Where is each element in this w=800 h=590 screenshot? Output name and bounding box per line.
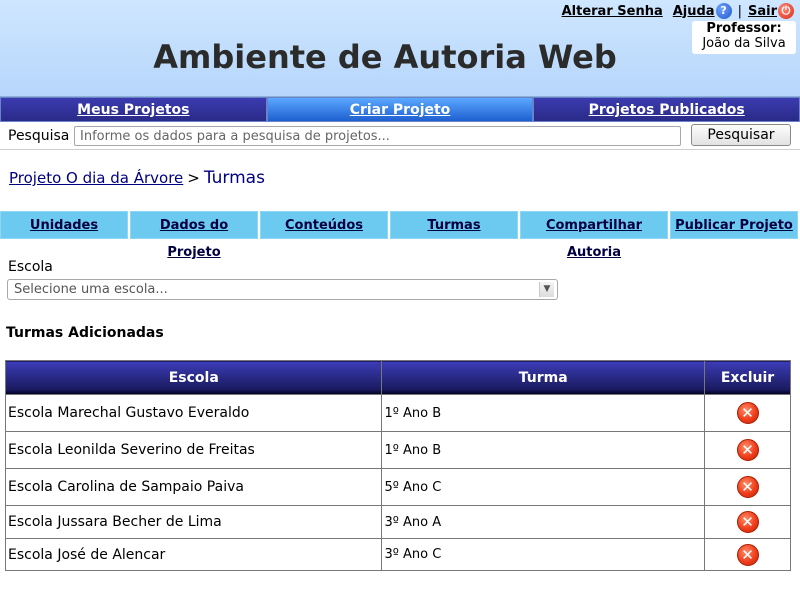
cell-escola: Escola Carolina de Sampaio Paiva [4,468,383,506]
escola-select[interactable]: Selecione uma escola... ▼ [7,279,558,300]
main-nav: Meus Projetos Criar Projeto Projetos Pub… [0,97,800,122]
nav-criar-projeto[interactable]: Criar Projeto [266,97,534,122]
delete-icon[interactable]: ✕ [736,476,759,498]
link-separator: | [737,3,742,19]
delete-icon[interactable]: ✕ [736,439,759,461]
delete-icon[interactable]: ✕ [736,402,759,424]
delete-icon[interactable]: ✕ [736,543,759,566]
breadcrumb-separator: > [187,169,200,187]
table-row: Escola Leonilda Severino de Freitas 1º A… [4,431,791,469]
column-header-escola: Escola [4,360,383,395]
search-button[interactable]: Pesquisar [691,124,791,146]
cell-excluir: ✕ [704,431,791,469]
table-row: Escola José de Alencar 3º Ano C ✕ [4,538,791,571]
column-header-turma: Turma [381,360,706,395]
tab-label[interactable]: Publicar Projeto [675,218,793,233]
search-input[interactable] [74,126,681,146]
tab-label[interactable]: Turmas [427,218,480,233]
cell-excluir: ✕ [704,394,791,432]
search-bar: Pesquisa Pesquisar [0,122,800,150]
ajuda-link[interactable]: Ajuda [673,4,715,19]
cell-excluir: ✕ [704,505,791,539]
table-row: Escola Marechal Gustavo Everaldo 1º Ano … [4,394,791,432]
turmas-section-title: Turmas Adicionadas [6,325,164,341]
tab-compartilhar-autoria[interactable]: Compartilhar Autoria [520,211,668,260]
cell-turma: 1º Ano B [381,431,706,469]
cell-turma: 3º Ano A [381,505,706,539]
cell-escola: Escola Marechal Gustavo Everaldo [4,394,383,432]
app-title: Ambiente de Autoria Web [153,38,617,76]
tab-label[interactable]: Conteúdos [285,218,363,233]
power-icon[interactable]: ⏻ [778,3,794,19]
header: Alterar Senha Ajuda ? | Sair ⏻ Professor… [0,0,800,97]
cell-escola: Escola Jussara Becher de Lima [4,505,383,539]
breadcrumb-current: Turmas [203,168,265,188]
delete-icon[interactable]: ✕ [736,511,759,533]
tab-label[interactable]: Dados do Projeto [160,218,228,260]
breadcrumb: Projeto O dia da Árvore > Turmas [9,168,265,188]
cell-escola: Escola Leonilda Severino de Freitas [4,431,383,469]
table-row: Escola Carolina de Sampaio Paiva 5º Ano … [4,468,791,506]
tab-label[interactable]: Compartilhar Autoria [546,218,642,260]
top-links: Alterar Senha Ajuda ? | Sair ⏻ [562,3,794,19]
nav-label[interactable]: Meus Projetos [77,102,189,118]
escola-select-placeholder: Selecione uma escola... [14,282,168,297]
sub-tabs: Unidades Dados do Projeto Conteúdos Turm… [0,211,800,260]
cell-excluir: ✕ [704,468,791,506]
tab-turmas[interactable]: Turmas [390,211,518,239]
nav-label[interactable]: Criar Projeto [350,102,451,118]
tab-unidades[interactable]: Unidades [0,211,128,239]
turmas-table: Escola Turma Excluir Escola Marechal Gus… [4,360,791,571]
cell-turma: 1º Ano B [381,394,706,432]
professor-role: Professor: [706,21,782,36]
tab-publicar-projeto[interactable]: Publicar Projeto [670,211,798,239]
escola-label: Escola [8,259,53,275]
nav-label[interactable]: Projetos Publicados [589,102,745,118]
tab-conteudos[interactable]: Conteúdos [260,211,388,239]
help-icon[interactable]: ? [715,3,732,19]
cell-excluir: ✕ [704,538,791,571]
cell-escola: Escola José de Alencar [4,538,383,571]
tab-dados-do-projeto[interactable]: Dados do Projeto [130,211,258,260]
sair-link[interactable]: Sair [748,4,777,19]
nav-meus-projetos[interactable]: Meus Projetos [0,97,267,122]
cell-turma: 5º Ano C [381,468,706,506]
breadcrumb-project-link[interactable]: Projeto O dia da Árvore [9,169,183,187]
column-header-excluir: Excluir [704,360,791,395]
cell-turma: 3º Ano C [381,538,706,571]
search-label: Pesquisa [8,128,70,144]
table-row: Escola Jussara Becher de Lima 3º Ano A ✕ [4,505,791,539]
chevron-down-icon[interactable]: ▼ [539,282,554,297]
tab-label[interactable]: Unidades [30,218,98,233]
table-header-row: Escola Turma Excluir [4,360,791,395]
alterar-senha-link[interactable]: Alterar Senha [562,4,663,19]
nav-projetos-publicados[interactable]: Projetos Publicados [533,97,800,122]
